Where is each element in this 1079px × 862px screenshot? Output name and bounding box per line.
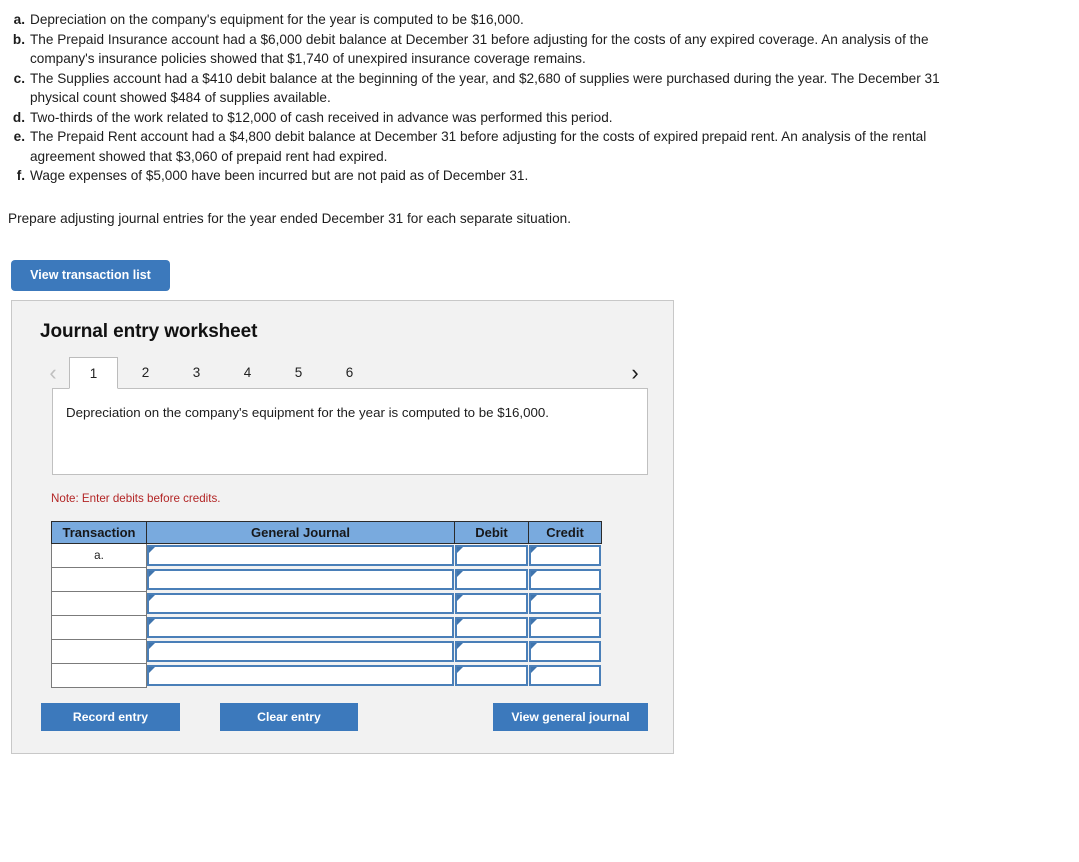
general-journal-input[interactable] [147,617,454,638]
problem-letter: b. [12,31,25,47]
cell-general-journal[interactable] [147,640,455,664]
cell-transaction [51,615,147,640]
debit-input[interactable] [454,593,528,614]
table-row [51,567,602,592]
cell-transaction [51,567,147,592]
problem-letter: c. [13,70,25,86]
cell-transaction [51,663,147,688]
record-entry-button[interactable]: Record entry [41,703,180,731]
cell-debit[interactable] [454,544,529,568]
column-header-debit: Debit [454,521,529,544]
table-header-row: Transaction General Journal Debit Credit [51,521,602,544]
table-row [51,639,602,664]
cell-general-journal[interactable] [147,544,455,568]
general-journal-input[interactable] [147,545,454,567]
journal-entry-table: Transaction General Journal Debit Credit… [51,521,602,688]
column-header-general-journal: General Journal [146,521,455,544]
chevron-right-icon[interactable]: › [622,357,648,389]
problem-letter: f. [16,168,25,183]
problem-text: The Prepaid Rent account had a $4,800 de… [30,129,927,164]
cell-debit[interactable] [454,664,529,688]
table-row [51,591,602,616]
tab-3[interactable]: 3 [172,357,221,389]
problem-text: Wage expenses of $5,000 have been incurr… [30,168,529,183]
tab-5[interactable]: 5 [274,357,323,389]
tab-content-text: Depreciation on the company's equipment … [66,405,549,420]
cell-general-journal[interactable] [147,568,455,592]
problem-text: Two-thirds of the work related to $12,00… [30,109,613,125]
journal-entry-worksheet-panel: Journal entry worksheet 1 2 3 4 5 6 ‹ › … [11,300,674,754]
problem-text: The Supplies account had a $410 debit ba… [30,70,940,106]
worksheet-tab-bar: 1 2 3 4 5 6 ‹ › [40,357,648,389]
cell-credit[interactable] [528,592,602,616]
view-transaction-list-button[interactable]: View transaction list [11,260,170,291]
table-row [51,663,602,688]
cell-debit[interactable] [454,640,529,664]
view-general-journal-button[interactable]: View general journal [493,703,648,731]
tab-2[interactable]: 2 [121,357,170,389]
cell-credit[interactable] [528,640,602,664]
tab-1[interactable]: 1 [69,357,118,389]
credit-input[interactable] [528,545,601,567]
general-journal-input[interactable] [147,569,454,590]
cell-debit[interactable] [454,592,529,616]
debit-input[interactable] [454,545,528,567]
problem-item-d: d. Two-thirds of the work related to $12… [8,108,968,128]
general-journal-input[interactable] [147,593,454,614]
cell-debit[interactable] [454,568,529,592]
problem-letter: e. [13,129,25,144]
worksheet-title: Journal entry worksheet [40,321,258,342]
general-journal-input[interactable] [147,665,454,686]
problem-statement-list: a. Depreciation on the company's equipme… [8,10,968,186]
problem-item-c: c. The Supplies account had a $410 debit… [8,69,968,108]
credit-input[interactable] [528,593,601,614]
problem-letter: d. [12,109,25,125]
tab-content-panel: Depreciation on the company's equipment … [52,388,648,475]
cell-credit[interactable] [528,568,602,592]
cell-transaction [51,591,147,616]
chevron-left-icon[interactable]: ‹ [40,357,66,389]
tab-4[interactable]: 4 [223,357,272,389]
credit-input[interactable] [528,641,601,662]
tab-strip: 1 2 3 4 5 6 [69,357,618,389]
instruction-text: Prepare adjusting journal entries for th… [8,211,571,226]
tab-6[interactable]: 6 [325,357,374,389]
debit-input[interactable] [454,641,528,662]
cell-credit[interactable] [528,664,602,688]
problem-item-b: b. The Prepaid Insurance account had a $… [8,30,968,69]
debit-input[interactable] [454,569,528,590]
cell-credit[interactable] [528,616,602,640]
credit-input[interactable] [528,569,601,590]
column-header-transaction: Transaction [51,521,147,544]
cell-transaction [51,639,147,664]
cell-credit[interactable] [528,544,602,568]
credit-input[interactable] [528,665,601,686]
problem-item-e: e. The Prepaid Rent account had a $4,800… [8,127,968,166]
credit-input[interactable] [528,617,601,638]
problem-text: The Prepaid Insurance account had a $6,0… [30,31,929,67]
cell-general-journal[interactable] [147,616,455,640]
problem-item-f: f. Wage expenses of $5,000 have been inc… [8,166,968,186]
debit-input[interactable] [454,665,528,686]
column-header-credit: Credit [528,521,602,544]
problem-item-a: a. Depreciation on the company's equipme… [8,10,968,30]
debit-input[interactable] [454,617,528,638]
cell-transaction: a. [51,543,147,568]
cell-debit[interactable] [454,616,529,640]
problem-letter: a. [13,12,25,27]
cell-general-journal[interactable] [147,664,455,688]
problem-text: Depreciation on the company's equipment … [30,12,524,27]
cell-general-journal[interactable] [147,592,455,616]
debits-before-credits-note: Note: Enter debits before credits. [51,492,221,505]
table-row: a. [51,543,602,568]
table-row [51,615,602,640]
general-journal-input[interactable] [147,641,454,662]
clear-entry-button[interactable]: Clear entry [220,703,358,731]
